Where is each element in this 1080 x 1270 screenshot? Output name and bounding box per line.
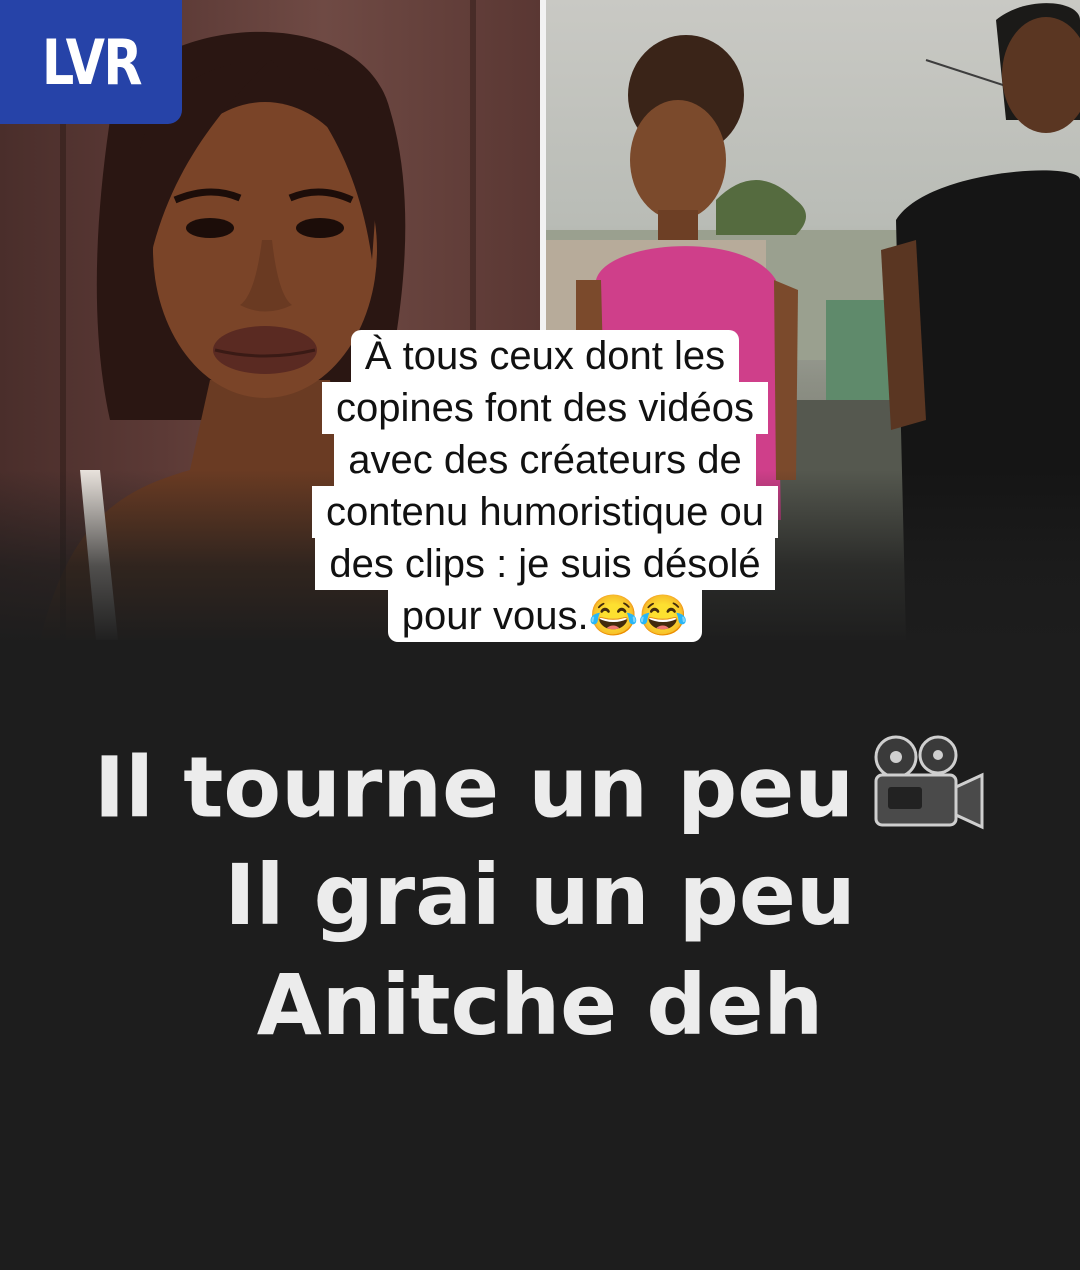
caption-line: contenu humoristique ou bbox=[311, 486, 779, 538]
lvr-logo: LVR bbox=[0, 0, 182, 124]
caption-line: À tous ceux dont les bbox=[350, 330, 740, 382]
story-screen: LVR À tous ceux dont les copines font de… bbox=[0, 0, 1080, 1270]
caption-line: copines font des vidéos bbox=[321, 382, 769, 434]
caption-sticker[interactable]: À tous ceux dont les copines font des vi… bbox=[240, 330, 850, 642]
caption-line: avec des créateurs de bbox=[334, 434, 756, 486]
main-text-line-1[interactable]: Il tourne un peu bbox=[0, 735, 1080, 852]
main-text-line-1-label: Il tourne un peu bbox=[93, 738, 855, 837]
caption-line: pour vous.😂😂 bbox=[387, 590, 703, 642]
logo-text: LVR bbox=[41, 25, 143, 99]
caption-line: des clips : je suis désolé bbox=[315, 538, 775, 590]
movie-camera-icon bbox=[866, 735, 986, 852]
main-text-line-3[interactable]: Anitche deh bbox=[0, 955, 1080, 1055]
main-text-line-2[interactable]: Il grai un peu bbox=[0, 845, 1080, 945]
